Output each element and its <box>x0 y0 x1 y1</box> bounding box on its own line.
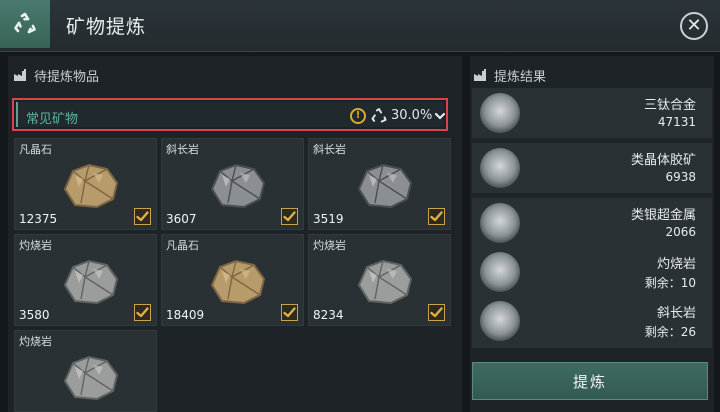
check-icon <box>136 211 149 222</box>
result-value: 47131 <box>657 115 696 129</box>
result-value: 6938 <box>665 170 696 184</box>
item-card[interactable]: 灼烧岩 3580 <box>14 234 157 326</box>
recycle-icon <box>371 108 387 123</box>
result-row: 三钛合金 47131 <box>472 88 712 138</box>
rock-icon <box>210 163 266 209</box>
close-icon: ✕ <box>686 15 702 36</box>
result-name: 斜长岩 <box>656 306 696 321</box>
rock-icon <box>357 163 413 209</box>
result-row: 类晶体胶矿 6938 <box>472 143 712 193</box>
recycle-icon <box>0 0 50 48</box>
item-name: 灼烧岩 <box>19 335 52 348</box>
item-card[interactable]: 斜长岩 3607 <box>161 138 304 230</box>
result-value: 2066 <box>665 225 696 239</box>
result-row: 斜长岩剩余：26 <box>472 296 712 348</box>
burnt-rock-icon <box>480 252 520 292</box>
ore-rock-icon <box>63 163 119 209</box>
results-header: 提炼结果 <box>474 64 546 86</box>
ore-rock-icon <box>210 259 266 305</box>
close-button[interactable]: ✕ <box>680 12 708 40</box>
item-name: 斜长岩 <box>313 143 346 156</box>
plagioclase-icon <box>480 301 520 341</box>
check-icon <box>430 307 443 318</box>
item-name: 灼烧岩 <box>19 239 52 252</box>
result-value: 剩余：10 <box>644 276 696 290</box>
item-name: 凡晶石 <box>19 143 52 156</box>
checkbox-checked[interactable] <box>134 304 151 321</box>
factory-icon <box>474 69 486 81</box>
titanium-alloy-icon <box>480 93 520 133</box>
rock-icon <box>63 355 119 401</box>
result-row: 类银超金属 2066 <box>472 198 712 248</box>
checkbox-checked[interactable] <box>428 208 445 225</box>
chevron-down-icon[interactable] <box>434 110 446 122</box>
item-card[interactable]: 凡晶石 18409 <box>161 234 304 326</box>
silver-metal-icon <box>480 203 520 243</box>
check-icon <box>283 211 296 222</box>
item-name: 灼烧岩 <box>313 239 346 252</box>
warning-icon[interactable]: ! <box>350 108 366 124</box>
item-card[interactable]: 斜长岩 3519 <box>308 138 451 230</box>
item-count: 8234 <box>313 308 344 322</box>
check-icon <box>430 211 443 222</box>
item-count: 3580 <box>19 308 50 322</box>
factory-icon <box>14 69 26 81</box>
mineral-filter-dropdown[interactable]: 常见矿物 ! 30.0% <box>12 98 448 131</box>
title-bar: 矿物提炼 ✕ <box>0 0 720 52</box>
filter-inner: 常见矿物 ! 30.0% <box>16 102 446 127</box>
result-name: 类银超金属 <box>630 208 696 223</box>
rock-icon <box>63 259 119 305</box>
checkbox-checked[interactable] <box>134 208 151 225</box>
item-card[interactable]: 凡晶石 12375 <box>14 138 157 230</box>
item-count: 3519 <box>313 212 344 226</box>
pending-items-title: 待提炼物品 <box>34 69 100 85</box>
rock-icon <box>357 259 413 305</box>
result-name: 灼烧岩 <box>656 257 696 272</box>
results-title: 提炼结果 <box>494 69 547 85</box>
refine-button[interactable]: 提炼 <box>472 362 708 400</box>
check-icon <box>283 307 296 318</box>
crystal-ore-icon <box>480 148 520 188</box>
item-name: 斜长岩 <box>166 143 199 156</box>
recycle-rate: 30.0% <box>391 108 433 123</box>
item-card[interactable]: 灼烧岩 8234 <box>308 234 451 326</box>
check-icon <box>136 307 149 318</box>
result-row: 灼烧岩剩余：10 <box>472 247 712 297</box>
checkbox-checked[interactable] <box>281 304 298 321</box>
item-count: 12375 <box>19 212 58 226</box>
item-count: 18409 <box>166 308 205 322</box>
checkbox-checked[interactable] <box>428 304 445 321</box>
page-title: 矿物提炼 <box>66 16 147 38</box>
item-card[interactable]: 灼烧岩 <box>14 330 157 412</box>
item-count: 3607 <box>166 212 197 226</box>
item-name: 凡晶石 <box>166 239 199 252</box>
pending-items-header: 待提炼物品 <box>14 64 99 86</box>
result-value: 剩余：26 <box>644 325 696 339</box>
result-name: 类晶体胶矿 <box>630 153 696 168</box>
result-name: 三钛合金 <box>643 98 696 113</box>
filter-label: 常见矿物 <box>26 112 79 127</box>
checkbox-checked[interactable] <box>281 208 298 225</box>
